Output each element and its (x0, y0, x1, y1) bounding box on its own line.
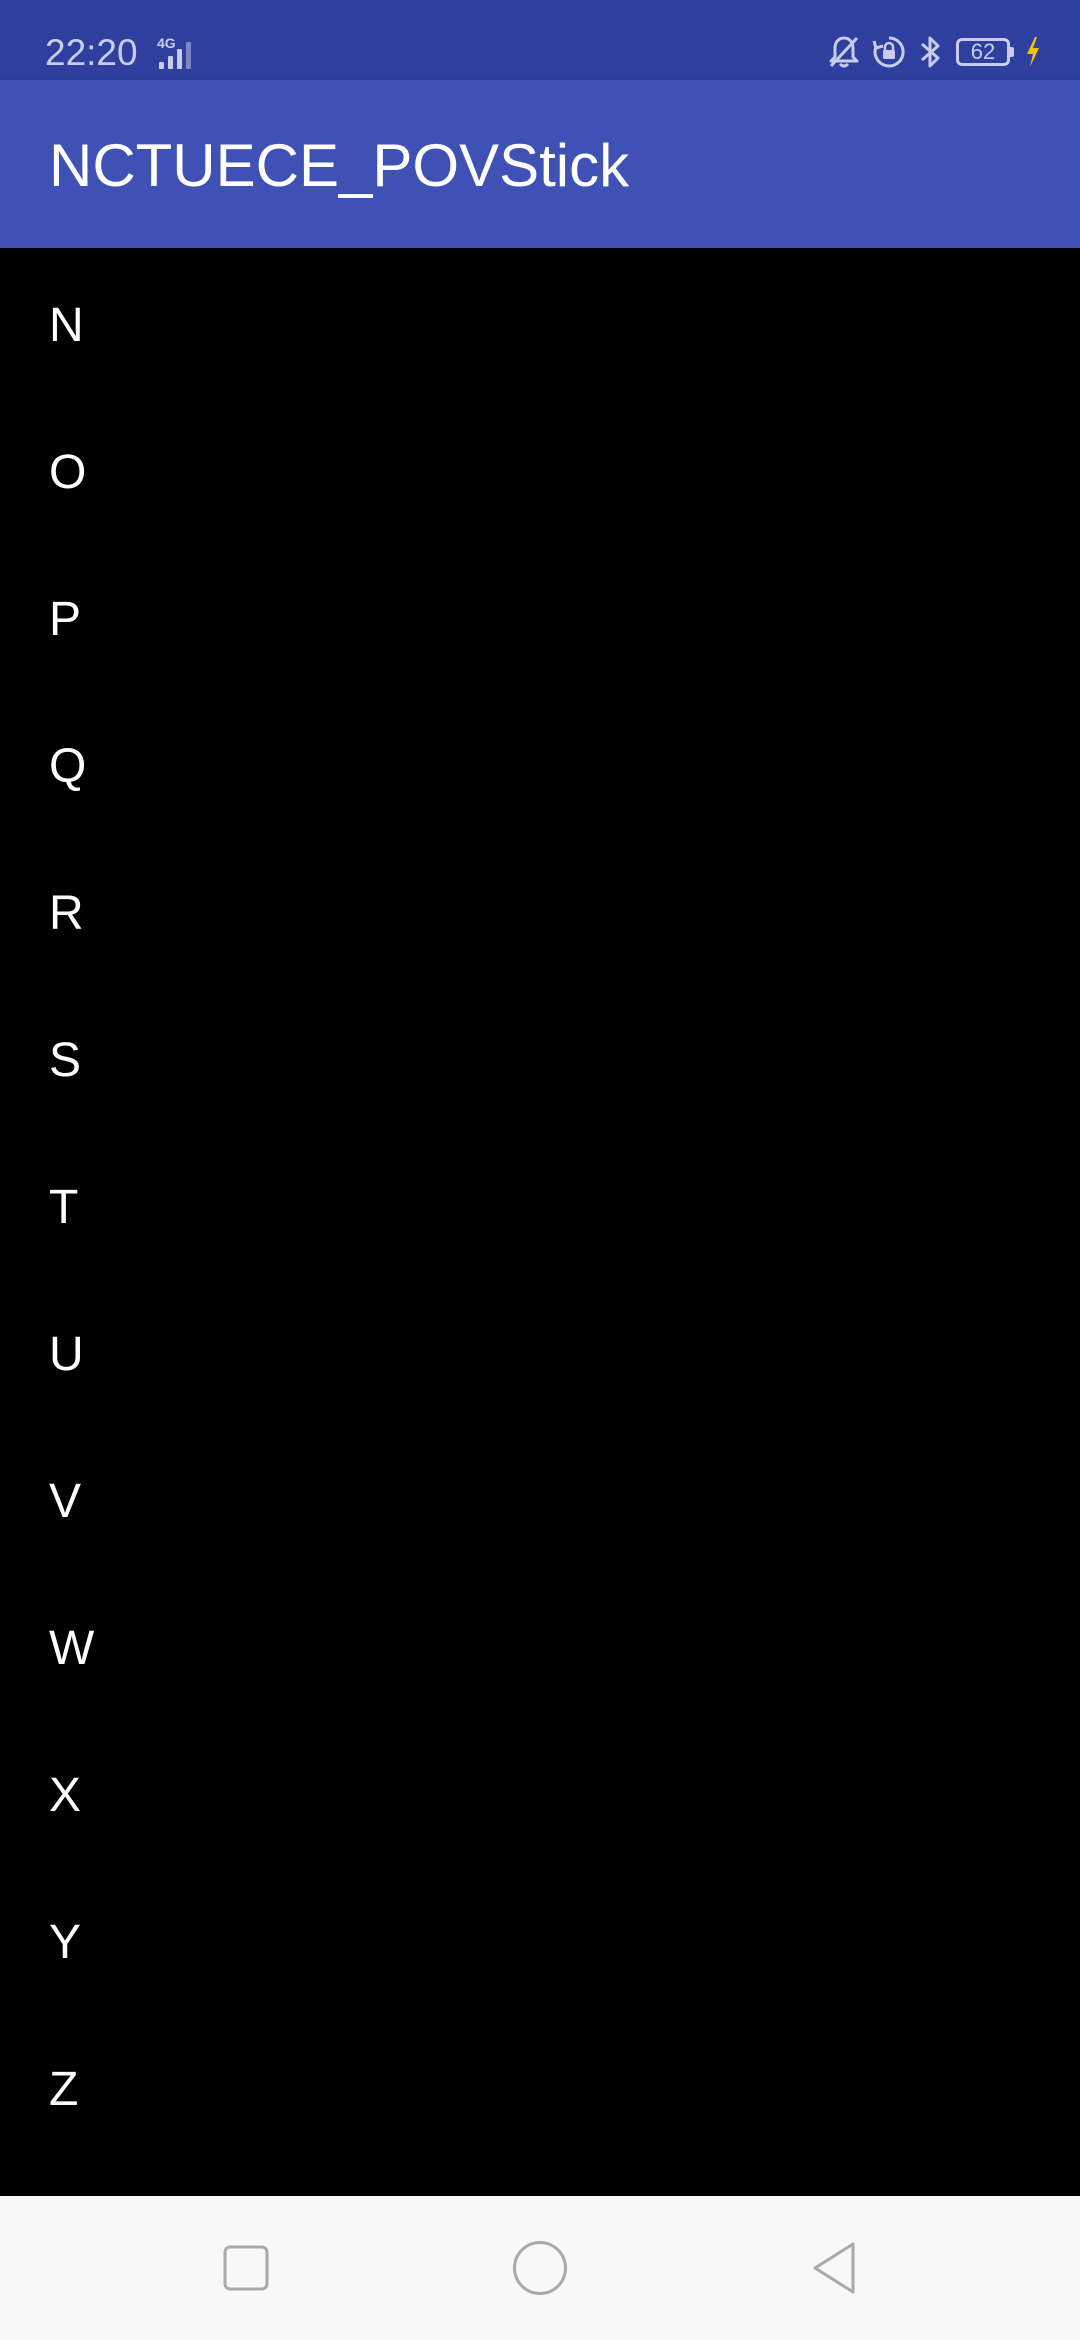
list-item[interactable]: W (0, 1571, 1080, 1718)
bell-off-icon (829, 36, 859, 68)
list-item[interactable]: T (0, 1130, 1080, 1277)
list-item[interactable]: P (0, 542, 1080, 689)
list-item-label: W (49, 1622, 95, 1675)
bluetooth-icon (921, 36, 940, 68)
list-item[interactable]: V (0, 1424, 1080, 1571)
list-item-label: Y (49, 1916, 82, 1969)
screen: 22:20 4G 62 NCTUECE_POVStick N O P Q R S… (0, 0, 1080, 2340)
app-title: NCTUECE_POVStick (49, 132, 630, 199)
list-item[interactable]: Y (0, 1865, 1080, 2012)
charging-bolt-icon (1027, 37, 1039, 67)
app-bar: NCTUECE_POVStick (0, 80, 1080, 248)
list-item-label: V (49, 1475, 82, 1528)
battery-icon: 62 (956, 36, 1014, 68)
list-item[interactable]: N (0, 248, 1080, 395)
list-item-label: O (49, 446, 87, 499)
list-item[interactable]: S (0, 983, 1080, 1130)
battery-level: 62 (970, 39, 996, 64)
list-item[interactable]: R (0, 836, 1080, 983)
navigation-bar (0, 2196, 1080, 2340)
status-icons: 62 (828, 32, 1040, 72)
back-button[interactable] (804, 2238, 864, 2298)
rotation-lock-icon (872, 36, 905, 68)
list-item[interactable]: U (0, 1277, 1080, 1424)
home-button[interactable] (510, 2238, 570, 2298)
list-item[interactable]: Z (0, 2012, 1080, 2159)
status-bar: 22:20 4G 62 (0, 0, 1080, 80)
home-icon (513, 2241, 567, 2295)
recents-button[interactable] (216, 2238, 276, 2298)
list-item[interactable]: X (0, 1718, 1080, 1865)
list-item-label: Z (49, 2063, 79, 2116)
letter-list[interactable]: N O P Q R S T U V W X Y Z (0, 248, 1080, 2196)
list-item[interactable]: O (0, 395, 1080, 542)
list-item[interactable]: Q (0, 689, 1080, 836)
list-item-label: S (49, 1034, 82, 1087)
recents-icon (223, 2245, 269, 2291)
back-icon (813, 2242, 855, 2294)
signal-indicator: 4G (143, 36, 199, 70)
list-item-label: N (49, 299, 84, 352)
status-time: 22:20 (45, 32, 138, 73)
list-item-label: R (49, 887, 84, 940)
list-item-label: X (49, 1769, 82, 1822)
signal-strength-icon (159, 42, 191, 69)
list-item-label: Q (49, 740, 87, 793)
list-item-label: T (49, 1181, 79, 1234)
list-item-label: U (49, 1328, 84, 1381)
list-item-label: P (49, 593, 82, 646)
